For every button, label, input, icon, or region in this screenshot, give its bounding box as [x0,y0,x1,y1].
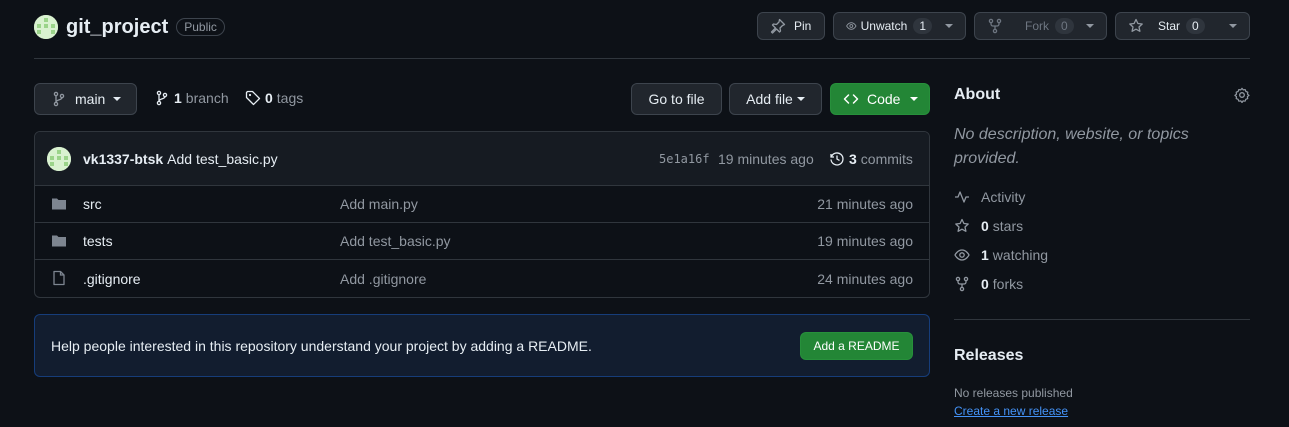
readme-banner-text: Help people interested in this repositor… [51,337,592,354]
create-release-link[interactable]: Create a new release [954,404,1068,418]
file-updated-time: 24 minutes ago [817,270,913,287]
fork-dropdown[interactable] [1074,13,1106,39]
watching-count: 1 [981,247,989,263]
unwatch-label: Unwatch [860,19,908,33]
add-readme-label: Add a README [813,339,900,353]
stars-count: 0 [981,218,989,234]
fork-label: Fork [1025,19,1049,33]
code-icon [843,94,859,104]
star-icon [1129,18,1143,32]
repo-name[interactable]: git_project [66,16,168,39]
commit-sha[interactable]: 5e1a16f [659,152,710,166]
forks-link[interactable]: 0 forks [954,275,1023,293]
sidebar-divider [954,319,1250,320]
file-browser: vk1337-btsk Add test_basic.py 5e1a16f 19… [34,131,930,298]
branch-count-label: branch [185,90,229,106]
branch-name: main [75,91,106,107]
file-commit-message[interactable]: Add test_basic.py [340,233,451,249]
commit-author-avatar[interactable] [47,146,71,171]
star-button[interactable]: Star 0 [1115,12,1250,40]
commits-link[interactable]: 3 commits [829,151,913,167]
fork-button[interactable]: Fork 0 [974,12,1107,40]
activity-label: Activity [981,189,1026,205]
watching-link[interactable]: 1 watching [954,246,1048,264]
add-readme-button[interactable]: Add a README [800,332,913,360]
pin-button[interactable]: Pin [757,12,825,40]
branch-icon [53,91,65,107]
chevron-down-icon [1085,24,1094,28]
repo-header: git_project Public [34,14,225,40]
file-icon [53,270,65,286]
file-updated-time: 21 minutes ago [817,196,913,212]
latest-commit: vk1337-btsk Add test_basic.py 5e1a16f 19… [35,132,929,186]
file-name[interactable]: .gitignore [83,271,141,287]
fork-icon [955,276,969,292]
chevron-down-icon [113,97,122,101]
file-commit-message[interactable]: Add main.py [340,196,418,212]
stars-label: stars [992,218,1024,234]
watching-label: watching [992,247,1049,263]
commit-message[interactable]: Add test_basic.py [167,151,278,167]
star-icon [955,218,969,232]
commit-count: 3 [849,150,857,167]
commit-time: 19 minutes ago [718,150,814,167]
file-updated-time: 19 minutes ago [817,233,913,249]
code-button[interactable]: Code [830,83,930,115]
folder-icon [52,198,66,210]
go-to-file-button[interactable]: Go to file [631,83,722,115]
add-file-label: Add file [746,91,793,107]
pin-label: Pin [794,19,812,33]
header-divider [34,58,1250,59]
tag-count: 0 [265,90,273,106]
folder-icon [52,235,66,247]
commit-author[interactable]: vk1337-btsk [83,151,163,167]
tags-link[interactable]: 0 tags [245,90,303,106]
history-icon [830,151,844,166]
forks-label: forks [992,276,1024,292]
owner-avatar[interactable] [34,15,58,39]
go-to-file-label: Go to file [648,91,705,107]
eye-icon [846,22,857,30]
commits-label: commits [860,150,913,167]
file-row-gitignore[interactable]: .gitignore Add .gitignore 24 minutes ago [35,260,929,297]
visibility-badge: Public [176,18,225,36]
file-commit-message[interactable]: Add .gitignore [340,271,426,287]
chevron-down-icon [910,97,919,101]
forks-count: 0 [981,276,989,292]
add-file-button[interactable]: Add file [729,83,822,115]
chevron-down-icon [944,24,953,28]
eye-icon [954,249,970,261]
branch-selector[interactable]: main [34,83,137,115]
tag-count-label: tags [276,90,304,106]
releases-title[interactable]: Releases [954,347,1023,365]
activity-link[interactable]: Activity [954,188,1025,206]
about-title: About [954,86,1001,103]
fork-counter: 0 [1055,18,1074,34]
stars-link[interactable]: 0 stars [954,217,1023,235]
unwatch-button[interactable]: Unwatch 1 [833,12,966,40]
chevron-down-icon [796,97,805,101]
file-name[interactable]: tests [83,233,113,249]
tag-icon [245,90,261,106]
star-dropdown[interactable] [1216,13,1249,39]
file-row-src[interactable]: src Add main.py 21 minutes ago [35,186,929,223]
branch-icon [156,90,168,106]
watch-counter: 1 [913,18,932,34]
no-releases-text: No releases published [954,386,1073,400]
star-counter: 0 [1186,18,1205,34]
fork-icon [988,18,1002,34]
file-name[interactable]: src [83,196,102,212]
file-row-tests[interactable]: tests Add test_basic.py 19 minutes ago [35,223,929,260]
code-label: Code [867,91,901,107]
branch-count: 1 [174,90,182,106]
branches-link[interactable]: 1 branch [154,90,229,106]
pulse-icon [955,191,969,203]
watch-dropdown[interactable] [932,13,965,39]
gear-icon[interactable] [1234,87,1250,103]
readme-banner: Help people interested in this repositor… [34,314,930,377]
pin-icon [770,18,786,34]
about-description: No description, website, or topics provi… [954,126,1189,167]
chevron-down-icon [1228,24,1237,28]
star-label: Star [1158,19,1181,33]
